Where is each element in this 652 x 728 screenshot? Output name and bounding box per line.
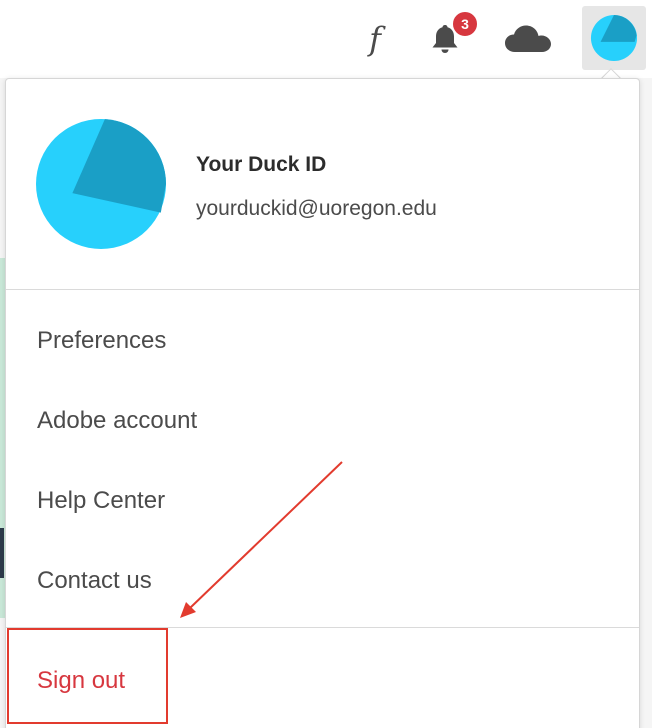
menu-item-contact-us[interactable]: Contact us (37, 567, 152, 595)
account-dropdown: Your Duck ID yourduckid@uoregon.edu Pref… (5, 78, 640, 728)
divider (6, 289, 639, 290)
background-page-edge-dark (0, 528, 4, 578)
menu-item-adobe-account[interactable]: Adobe account (37, 407, 197, 435)
avatar-icon (590, 14, 638, 62)
app-window: f 3 Your Duck ID yourduckid@uoregon.edu … (0, 0, 652, 728)
profile-name: Your Duck ID (196, 153, 327, 176)
cloud-icon (505, 25, 551, 52)
fonts-icon: f (369, 20, 381, 58)
creative-cloud-button[interactable] (498, 8, 558, 70)
top-bar: f 3 (0, 0, 652, 78)
notifications-button[interactable]: 3 (415, 8, 479, 70)
sign-out-button[interactable]: Sign out (37, 667, 125, 695)
profile-section: Your Duck ID yourduckid@uoregon.edu (36, 119, 616, 249)
fonts-button[interactable]: f (345, 8, 405, 70)
menu-item-help-center[interactable]: Help Center (37, 487, 165, 515)
menu-item-preferences[interactable]: Preferences (37, 327, 166, 355)
account-avatar-button[interactable] (582, 6, 646, 70)
profile-email: yourduckid@uoregon.edu (196, 197, 437, 220)
notification-badge: 3 (451, 10, 479, 38)
profile-avatar (36, 119, 166, 249)
